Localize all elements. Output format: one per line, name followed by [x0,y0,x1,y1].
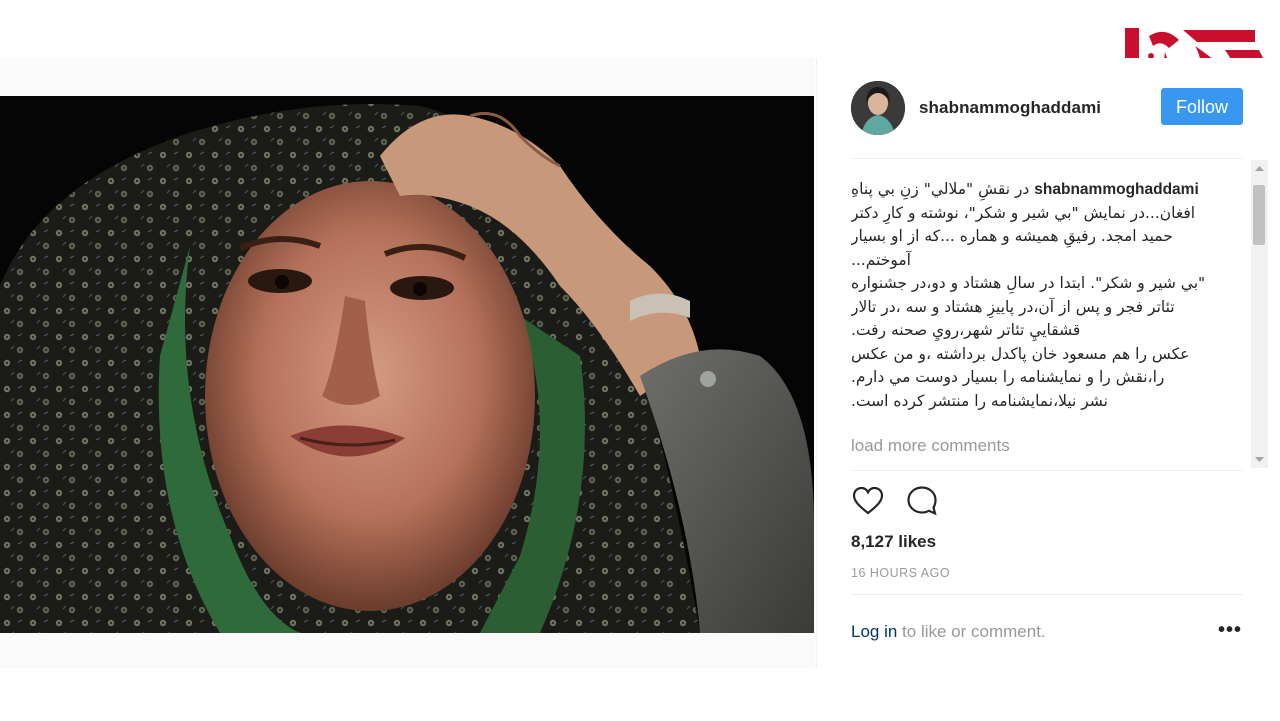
instagram-embed-page: shabnammoghaddami Follow shabnammoghadda… [0,0,1280,721]
scroll-down-icon[interactable] [1251,451,1268,468]
caption-text: shabnammoghaddami در نقشِ "ملالي" زنِ بي… [851,178,1213,413]
scroll-up-icon[interactable] [1251,160,1268,177]
comment-icon[interactable] [905,484,939,518]
username-link[interactable]: shabnammoghaddami [919,98,1101,118]
follow-button[interactable]: Follow [1161,88,1243,125]
post-side-panel: shabnammoghaddami Follow shabnammoghadda… [816,58,1273,668]
load-more-comments[interactable]: load more comments [851,436,1010,456]
top-band [0,0,1280,58]
heart-icon[interactable] [851,484,885,518]
footer-divider [851,594,1243,595]
more-options-icon[interactable]: ••• [1215,618,1245,642]
avatar[interactable] [851,81,905,135]
actions-divider [851,470,1243,471]
caption-area: shabnammoghaddami در نقشِ "ملالي" زنِ بي… [851,178,1213,468]
post-header: shabnammoghaddami Follow [817,58,1273,158]
post-photo [0,96,814,633]
login-prompt-text: to like or comment. [897,622,1046,641]
caption-username[interactable]: shabnammoghaddami [1034,181,1199,198]
likes-count[interactable]: 8,127 likes [851,532,936,552]
caption-scrollbar[interactable] [1251,160,1268,468]
login-link[interactable]: Log in [851,622,897,641]
login-prompt: Log in to like or comment. [851,622,1046,642]
avatar-image [851,81,905,135]
post-timestamp: 16 HOURS AGO [851,566,951,580]
header-divider [851,158,1243,159]
bottom-band [0,668,1280,721]
caption-body: در نقشِ "ملالي" زنِ بي پناهِ افغان...در … [851,180,1206,410]
scrollbar-thumb[interactable] [1253,185,1265,245]
